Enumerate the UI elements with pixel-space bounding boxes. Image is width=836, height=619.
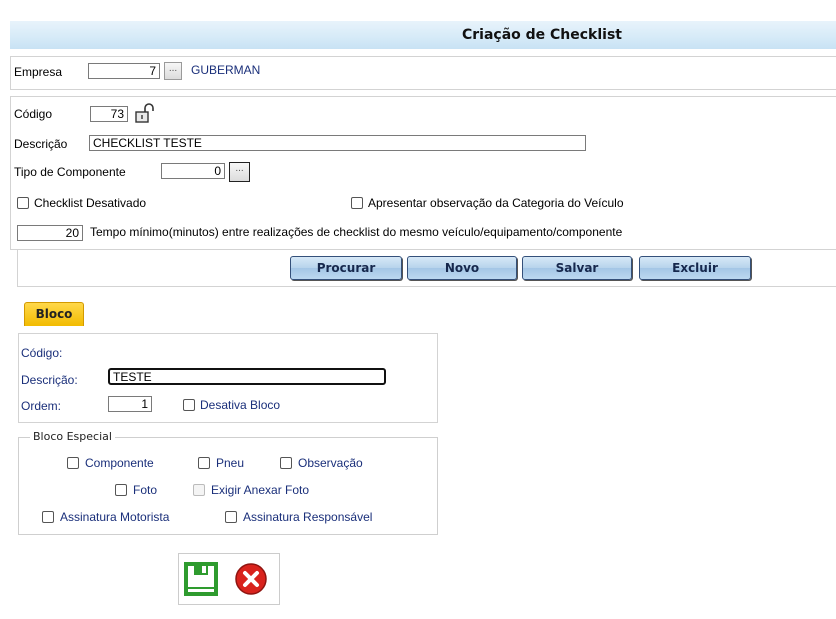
codigo-input[interactable]: 73: [90, 106, 128, 122]
apresentar-obs-checkbox[interactable]: [351, 197, 363, 209]
title-bar: Criação de Checklist: [10, 21, 836, 49]
tempo-minimo-label: Tempo mínimo(minutos) entre realizações …: [90, 225, 623, 239]
tipo-componente-input[interactable]: 0: [161, 163, 225, 179]
foto-label: Foto: [133, 483, 158, 497]
empresa-input[interactable]: 7: [88, 63, 160, 79]
empresa-label: Empresa: [14, 65, 63, 79]
tab-bloco[interactable]: Bloco: [24, 302, 84, 326]
bloco-descricao-label: Descrição:: [21, 373, 78, 387]
empresa-name: GUBERMAN: [191, 63, 261, 77]
tempo-minimo-input[interactable]: 20: [17, 225, 83, 241]
excluir-button[interactable]: Excluir: [639, 256, 751, 280]
componente-label: Componente: [85, 456, 154, 470]
codigo-label: Código: [14, 107, 53, 121]
salvar-button[interactable]: Salvar: [522, 256, 632, 280]
bloco-codigo-label: Código:: [21, 346, 63, 360]
apresentar-obs-label: Apresentar observação da Categoria do Ve…: [368, 196, 624, 210]
page-title: Criação de Checklist: [461, 27, 622, 43]
descricao-input[interactable]: CHECKLIST TESTE: [89, 135, 586, 151]
componente-checkbox[interactable]: [67, 457, 79, 469]
tipo-componente-lookup-button[interactable]: ...: [229, 162, 250, 182]
novo-button[interactable]: Novo: [407, 256, 517, 280]
assinatura-motorista-checkbox[interactable]: [42, 511, 54, 523]
pneu-label: Pneu: [216, 456, 245, 470]
bloco-descricao-input[interactable]: TESTE: [108, 368, 386, 385]
assinatura-responsavel-checkbox[interactable]: [225, 511, 237, 523]
desativa-bloco-label: Desativa Bloco: [200, 398, 281, 412]
bloco-ordem-input[interactable]: 1: [108, 396, 152, 412]
exigir-anexar-foto-checkbox[interactable]: [193, 484, 205, 496]
bloco-ordem-label: Ordem:: [21, 399, 62, 413]
desativa-bloco-checkbox[interactable]: [183, 399, 195, 411]
tipo-componente-label: Tipo de Componente: [14, 165, 126, 179]
assinatura-responsavel-label: Assinatura Responsável: [243, 510, 373, 524]
procurar-button[interactable]: Procurar: [290, 256, 402, 280]
observacao-checkbox[interactable]: [280, 457, 292, 469]
bloco-especial-legend: Bloco Especial: [30, 430, 115, 443]
exigir-anexar-foto-label: Exigir Anexar Foto: [211, 483, 310, 497]
cancel-icon[interactable]: [234, 562, 268, 596]
assinatura-motorista-label: Assinatura Motorista: [60, 510, 170, 524]
save-icon[interactable]: [184, 562, 218, 596]
checklist-desativado-label: Checklist Desativado: [34, 196, 147, 210]
foto-checkbox[interactable]: [115, 484, 127, 496]
checklist-desativado-checkbox[interactable]: [17, 197, 29, 209]
observacao-label: Observação: [298, 456, 363, 470]
descricao-label: Descrição: [14, 137, 68, 151]
pneu-checkbox[interactable]: [198, 457, 210, 469]
empresa-lookup-button[interactable]: ...: [164, 62, 182, 80]
unlock-icon[interactable]: [134, 102, 156, 124]
